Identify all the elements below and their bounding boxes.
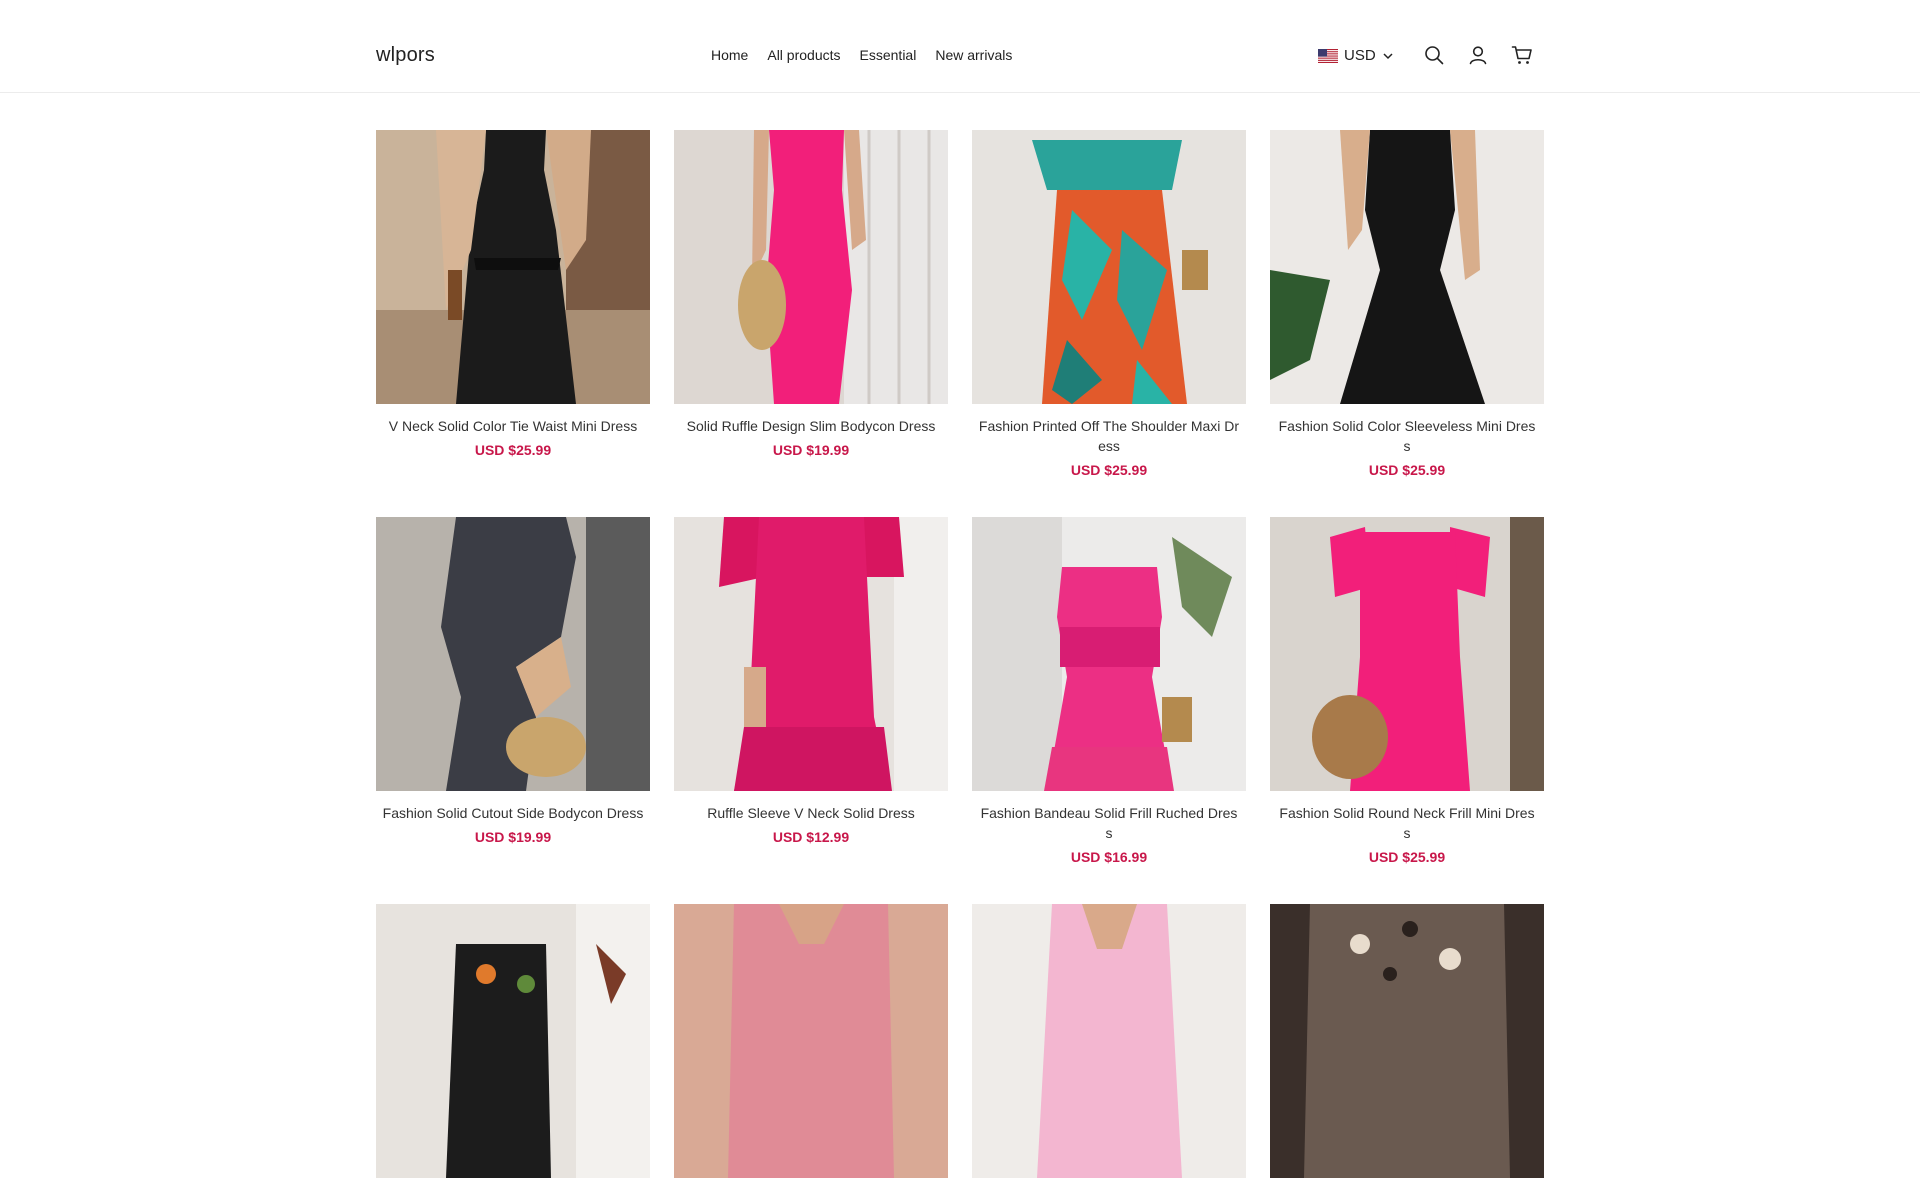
product-card[interactable]: Fashion Solid Cutout Side Bodycon Dress … (376, 517, 650, 845)
product-photo (1270, 517, 1544, 791)
product-photo (1270, 130, 1544, 404)
product-title[interactable]: Fashion Bandeau Solid Frill Ruched Dress (972, 803, 1246, 843)
product-price: USD $19.99 (474, 829, 552, 845)
nav-new-arrivals[interactable]: New arrivals (935, 47, 1012, 63)
product-card[interactable] (674, 904, 948, 1178)
product-card[interactable]: Fashion Printed Off The Shoulder Maxi Dr… (972, 130, 1246, 478)
product-photo (972, 130, 1246, 404)
product-photo (376, 517, 650, 791)
product-photo (972, 904, 1246, 1178)
product-photo (376, 904, 650, 1178)
chevron-down-icon (1383, 52, 1393, 59)
nav-home[interactable]: Home (711, 47, 748, 63)
product-price: USD $25.99 (1368, 849, 1446, 865)
product-title[interactable]: V Neck Solid Color Tie Waist Mini Dress (376, 416, 650, 436)
product-image[interactable] (376, 130, 650, 404)
product-photo (376, 130, 650, 404)
product-price: USD $25.99 (1070, 462, 1148, 478)
currency-selector[interactable]: USD (1318, 47, 1394, 64)
currency-label: USD (1344, 47, 1376, 64)
product-title[interactable]: Fashion Solid Color Sleeveless Mini Dres… (1270, 416, 1544, 456)
product-photo (674, 904, 948, 1178)
main-nav: Home All products Essential New arrivals (711, 47, 1012, 63)
user-icon (1469, 46, 1487, 65)
nav-essential[interactable]: Essential (860, 47, 917, 63)
product-image[interactable] (376, 517, 650, 791)
product-image[interactable] (376, 904, 650, 1178)
product-card[interactable]: Fashion Solid Round Neck Frill Mini Dres… (1270, 517, 1544, 865)
product-image[interactable] (1270, 130, 1544, 404)
product-price: USD $19.99 (772, 442, 850, 458)
product-price: USD $16.99 (1070, 849, 1148, 865)
account-button[interactable] (1467, 44, 1489, 66)
product-card[interactable] (972, 904, 1246, 1178)
product-price: USD $25.99 (1368, 462, 1446, 478)
product-price: USD $12.99 (772, 829, 850, 845)
product-image[interactable] (674, 130, 948, 404)
product-title[interactable]: Ruffle Sleeve V Neck Solid Dress (674, 803, 948, 823)
product-image[interactable] (674, 517, 948, 791)
product-photo (674, 130, 948, 404)
product-photo (674, 517, 948, 791)
product-card[interactable]: Fashion Solid Color Sleeveless Mini Dres… (1270, 130, 1544, 478)
product-card[interactable] (1270, 904, 1544, 1178)
cart-icon (1511, 46, 1532, 64)
cart-button[interactable] (1511, 44, 1533, 66)
product-price: USD $25.99 (474, 442, 552, 458)
product-title[interactable]: Fashion Solid Round Neck Frill Mini Dres… (1270, 803, 1544, 843)
nav-all-products[interactable]: All products (767, 47, 840, 63)
site-logo[interactable]: wlpors (376, 44, 435, 67)
product-image[interactable] (972, 904, 1246, 1178)
product-card[interactable]: Solid Ruffle Design Slim Bodycon Dress U… (674, 130, 948, 458)
product-title[interactable]: Fashion Printed Off The Shoulder Maxi Dr… (972, 416, 1246, 456)
product-photo (972, 517, 1246, 791)
us-flag-icon (1318, 48, 1338, 63)
product-card[interactable] (376, 904, 650, 1178)
product-image[interactable] (972, 517, 1246, 791)
product-photo (1270, 904, 1544, 1178)
product-card[interactable]: Fashion Bandeau Solid Frill Ruched Dress… (972, 517, 1246, 865)
product-card[interactable]: Ruffle Sleeve V Neck Solid Dress USD $12… (674, 517, 948, 845)
product-image[interactable] (1270, 517, 1544, 791)
search-button[interactable] (1423, 44, 1445, 66)
product-card[interactable]: V Neck Solid Color Tie Waist Mini Dress … (376, 130, 650, 458)
product-image[interactable] (674, 904, 948, 1178)
search-icon (1425, 46, 1444, 65)
product-image[interactable] (972, 130, 1246, 404)
product-title[interactable]: Solid Ruffle Design Slim Bodycon Dress (674, 416, 948, 436)
product-image[interactable] (1270, 904, 1544, 1178)
site-header: wlpors Home All products Essential New a… (0, 0, 1920, 93)
product-title[interactable]: Fashion Solid Cutout Side Bodycon Dress (376, 803, 650, 823)
